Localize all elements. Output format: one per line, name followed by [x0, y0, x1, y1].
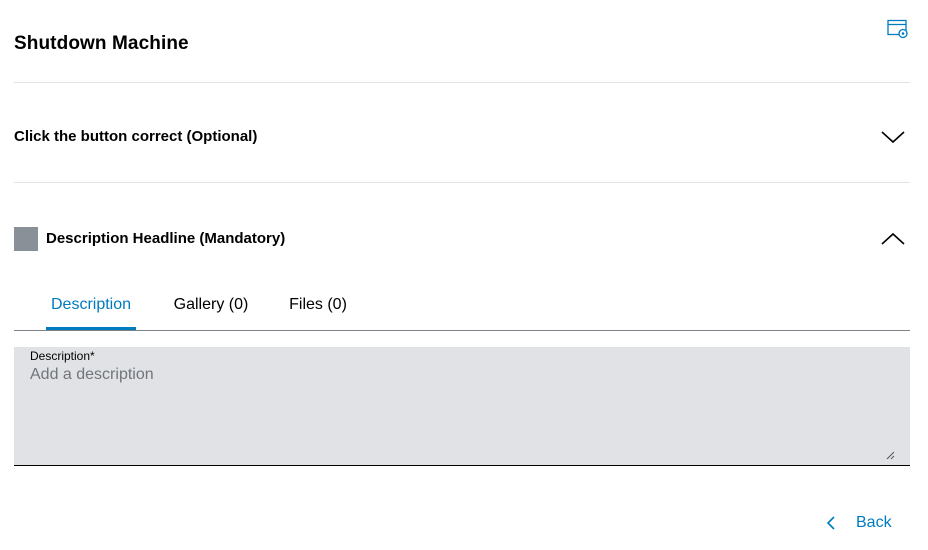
window-settings-icon	[887, 19, 908, 39]
window-settings-button[interactable]	[885, 17, 911, 41]
description-field-label: Description*	[30, 349, 95, 363]
chevron-down-icon[interactable]	[880, 124, 906, 150]
tab-gallery[interactable]: Gallery (0)	[168, 283, 254, 329]
section-description-headline[interactable]: Description Headline (Mandatory)	[14, 220, 910, 260]
section-click-button-correct[interactable]: Click the button correct (Optional)	[14, 118, 910, 158]
tab-bar: Description Gallery (0) Files (0)	[14, 283, 910, 331]
chevron-up-icon[interactable]	[880, 226, 906, 252]
tab-files[interactable]: Files (0)	[285, 283, 351, 329]
description-field: Description*	[14, 347, 910, 466]
section-title: Click the button correct (Optional)	[14, 128, 258, 145]
divider	[14, 82, 910, 83]
tab-description[interactable]: Description	[46, 283, 136, 330]
status-indicator	[14, 227, 38, 251]
back-button-label: Back	[856, 514, 892, 531]
description-input[interactable]	[30, 366, 890, 456]
section-title: Description Headline (Mandatory)	[46, 230, 286, 247]
resize-handle-icon[interactable]	[885, 450, 895, 460]
chevron-left-icon	[825, 514, 843, 532]
back-button[interactable]: Back	[825, 509, 892, 537]
page: Shutdown Machine Click the button correc…	[0, 0, 928, 550]
divider	[14, 182, 910, 183]
page-title: Shutdown Machine	[14, 33, 189, 54]
